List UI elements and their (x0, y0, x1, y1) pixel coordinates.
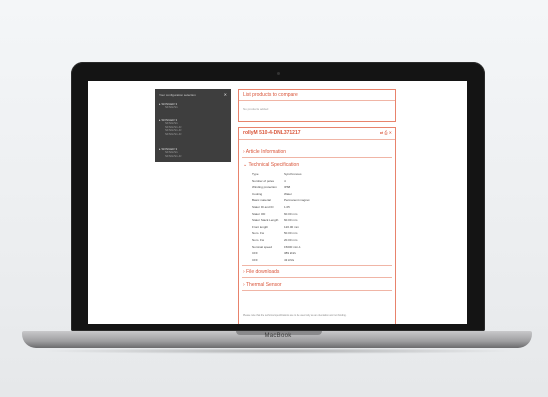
product-toolbar: ⇄ ⎙ ✕ (380, 130, 392, 135)
spec-label: Stator OD (252, 211, 266, 216)
spec-value: 15000 min-1 (284, 244, 301, 249)
spec-row: Winding protection IP68 (252, 185, 352, 191)
divider (242, 157, 392, 158)
spec-row: Stator Stack Length 60.00 mm (252, 218, 352, 224)
spec-label: Stator ID and ID (252, 205, 274, 209)
spec-label: Nom. Fw (252, 231, 264, 236)
spec-row: CFF 389 kN/s (252, 251, 352, 257)
sidebar-title: Your configuration selection (159, 92, 196, 97)
spec-label: Basic material (252, 198, 271, 203)
print-icon[interactable]: ⎙ (384, 130, 387, 135)
spec-label: Front length (252, 224, 269, 229)
spec-label: Type (252, 172, 259, 176)
close-icon[interactable]: ✕ (389, 130, 392, 135)
section-file-downloads[interactable]: › File downloads (243, 269, 279, 275)
spec-label: Nominal speed (252, 244, 273, 249)
divider (239, 100, 395, 101)
spec-value: Water (284, 191, 292, 196)
spec-row: Nom. Fw 50.00 mm (252, 231, 352, 237)
section-label: Technical Specification (248, 162, 300, 168)
spec-row: Front length 120.00 mm (252, 225, 352, 231)
product-title: rollyM 510-4-DNL371217 (243, 130, 301, 136)
spec-row: CFF 43 kN/s (252, 258, 352, 264)
section-thermal-sensor[interactable]: › Thermal Sensor (243, 282, 282, 288)
spec-label: Stator Stack Length (252, 218, 279, 223)
spec-row: Stator OD 60.00 mm (252, 212, 352, 218)
close-icon[interactable]: ✕ (224, 92, 227, 97)
configuration-sidebar: Your configuration selection ✕ ▸ SFINGER… (155, 89, 231, 162)
divider (242, 265, 392, 266)
laptop-screen: Your configuration selection ✕ ▸ SFINGER… (88, 81, 467, 324)
chevron-right-icon: › (243, 282, 245, 288)
divider (242, 290, 392, 291)
sidebar-group[interactable]: ▸ SFINGER 3 SFNG/S1 (159, 102, 178, 110)
spec-row: Number of poles 4 (252, 179, 352, 185)
spec-row: Cooling Water (252, 192, 352, 198)
spec-label: CFF (252, 257, 258, 262)
spec-value: Synchronous (284, 172, 302, 176)
compare-panel: List products to compare No products add… (238, 89, 396, 122)
section-article-information[interactable]: › Article Information (243, 149, 286, 155)
section-label: Article Information (245, 149, 287, 155)
spec-row: Nominal speed 15000 min-1 (252, 245, 352, 251)
product-panel: rollyM 510-4-DNL371217 ⇄ ⎙ ✕ › Article I… (238, 127, 396, 324)
spec-value: 120.00 mm (284, 224, 300, 229)
spec-label: Nom. Fw (252, 238, 264, 242)
spec-label: Cooling (252, 191, 263, 196)
spec-value: 389 kN/s (284, 251, 296, 256)
sidebar-group[interactable]: ▸ SFINGER 3 SFNG/S1 SFNG/S1-Fr (159, 147, 182, 158)
spec-value: 4 (284, 178, 286, 183)
spec-value: Permanent magnet (284, 198, 310, 203)
sidebar-group-item[interactable]: SFNG/S1-Fr (159, 132, 182, 137)
sidebar-group-item[interactable]: SFNG/S1 (159, 105, 178, 110)
chevron-right-icon: › (243, 149, 245, 155)
spec-label: CFF (252, 251, 258, 256)
spec-row: Stator ID and ID 1.05 (252, 205, 352, 211)
spec-value: 43 kN/s (284, 257, 295, 262)
divider (242, 277, 392, 278)
divider (239, 139, 395, 140)
spec-value: 50.00 mm (284, 231, 298, 236)
spec-label: Winding protection (252, 185, 277, 190)
chevron-down-icon: ⌄ (243, 162, 248, 168)
sidebar-group[interactable]: ▸ SFINGER 3 SFNG/S1 SFNG/S1-Fr SFNG/S1-F… (159, 118, 182, 136)
section-technical-specification[interactable]: ⌄ Technical Specification (243, 162, 299, 168)
disclaimer-text: Please note that the technical specifica… (243, 314, 347, 317)
spec-row: Type Synchronous (252, 172, 352, 178)
laptop-shadow (40, 348, 516, 354)
compare-title: List products to compare (243, 92, 298, 98)
spec-row: Basic material Permanent magnet (252, 198, 352, 204)
camera-icon (277, 72, 280, 75)
spec-value: IP68 (284, 185, 291, 190)
compare-icon[interactable]: ⇄ (380, 130, 383, 135)
spec-value: 60.00 mm (284, 218, 298, 223)
sidebar-header: Your configuration selection ✕ (159, 92, 227, 97)
spec-value: 1.05 (284, 205, 290, 209)
spec-row: Nom. Fw 20.00 mm (252, 238, 352, 244)
spec-label: Number of poles (252, 178, 275, 183)
section-label: Thermal Sensor (245, 282, 282, 288)
laptop-brand: MacBook (264, 333, 292, 339)
spec-value: 20.00 mm (284, 238, 298, 242)
section-label: File downloads (246, 269, 280, 275)
sidebar-group-item[interactable]: SFNG/S1-Fr (159, 154, 182, 159)
chevron-right-icon: › (243, 269, 245, 275)
spec-value: 60.00 mm (284, 211, 298, 216)
compare-empty-text: No products added (243, 107, 269, 111)
